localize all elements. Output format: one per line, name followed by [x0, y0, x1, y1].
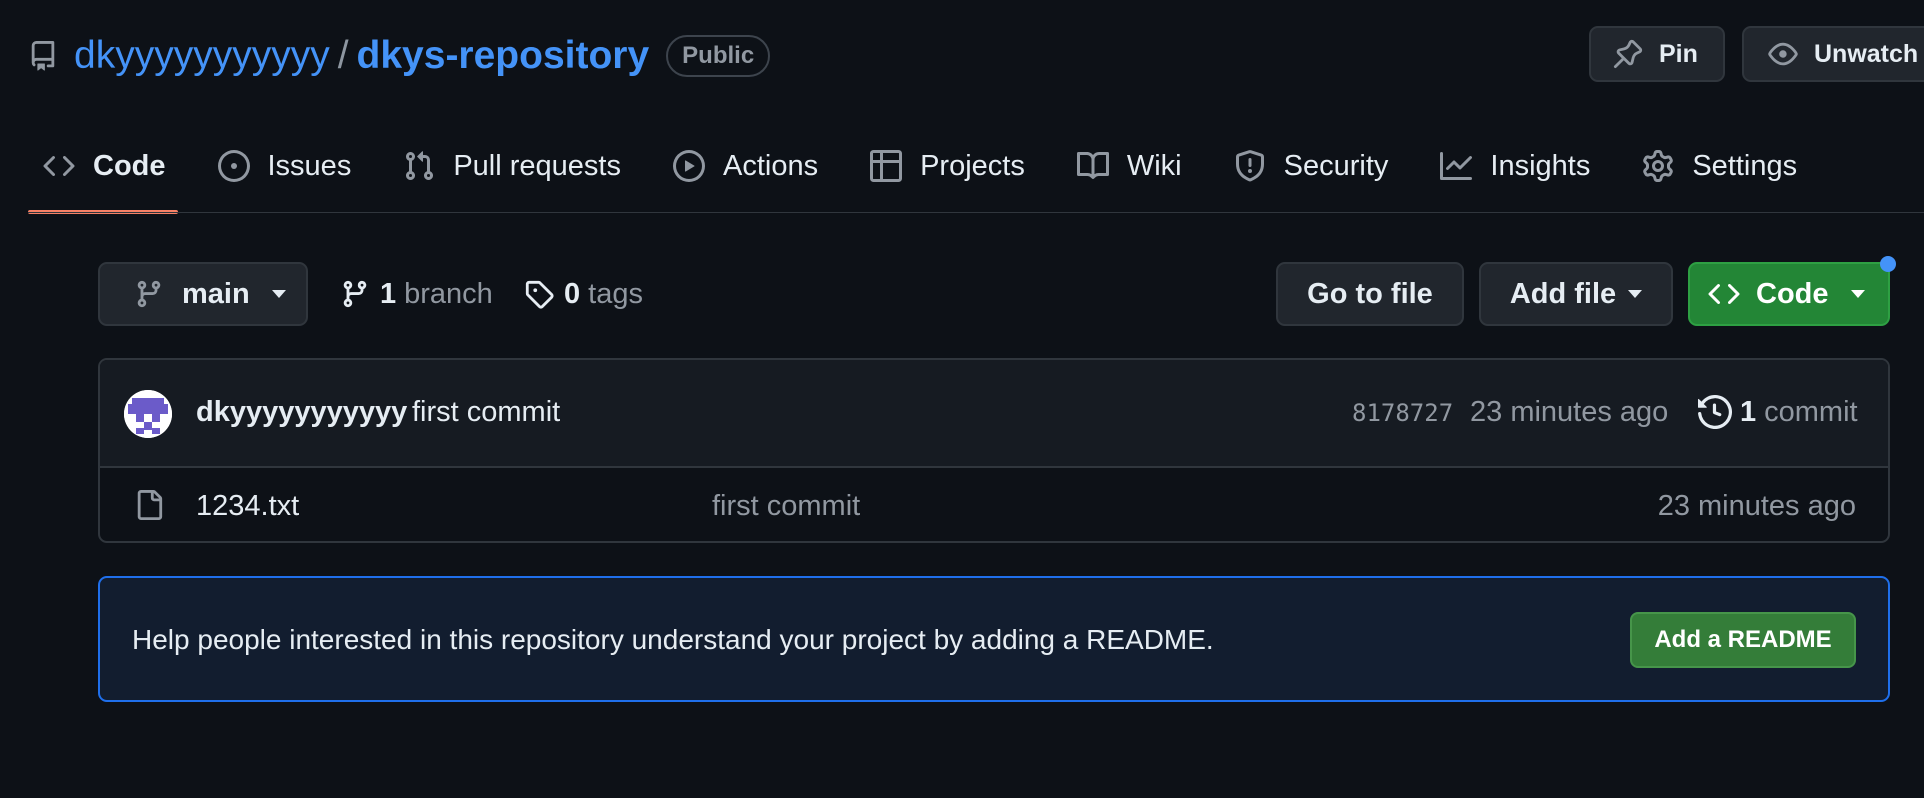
tab-label: Code	[93, 149, 166, 182]
commit-author-link[interactable]: dkyyyyyyyyyyy	[196, 396, 407, 429]
tag-count: 0	[564, 277, 581, 310]
branch-name: main	[182, 277, 250, 310]
file-name-link[interactable]: 1234.txt	[196, 490, 299, 523]
add-readme-button[interactable]: Add a README	[1630, 612, 1856, 668]
add-readme-label: Add a README	[1654, 626, 1832, 653]
tab-code[interactable]: Code	[28, 134, 181, 198]
commit-sha-link[interactable]: 8178727	[1352, 399, 1453, 427]
tab-label: Wiki	[1126, 149, 1182, 182]
repo-owner-link[interactable]: dkyyyyyyyyyyy	[74, 34, 330, 78]
notification-dot	[1880, 256, 1896, 272]
unwatch-label: Unwatch	[1814, 39, 1919, 68]
path-separator: /	[337, 34, 349, 77]
repo-tabs: Code Issues Pull requests Actions Projec…	[28, 134, 1834, 214]
tab-projects[interactable]: Projects	[855, 134, 1040, 198]
file-row[interactable]: 1234.txt first commit 23 minutes ago	[100, 468, 1888, 541]
code-icon	[43, 150, 75, 182]
unwatch-button[interactable]: Unwatch	[1742, 26, 1924, 82]
visibility-badge: Public	[666, 35, 771, 77]
issue-icon	[217, 150, 250, 182]
file-time: 23 minutes ago	[1657, 490, 1856, 522]
avatar[interactable]	[124, 390, 172, 438]
add-file-label: Add file	[1509, 277, 1617, 310]
chevron-down-icon	[271, 290, 286, 298]
code-button[interactable]: Code	[1688, 262, 1890, 326]
graph-icon	[1440, 150, 1473, 182]
tab-wiki[interactable]: Wiki	[1062, 134, 1197, 198]
branch-selector[interactable]: main	[98, 262, 308, 326]
gear-icon	[1642, 150, 1674, 182]
go-to-file-label: Go to file	[1307, 277, 1433, 310]
chevron-down-icon	[1628, 290, 1643, 298]
tab-settings[interactable]: Settings	[1627, 134, 1812, 198]
git-branch-icon	[340, 279, 370, 309]
file-commit-message-link[interactable]: first commit	[712, 490, 860, 523]
tab-pull-requests[interactable]: Pull requests	[388, 134, 636, 198]
tab-label: Settings	[1692, 149, 1798, 182]
eye-icon	[1768, 39, 1798, 69]
add-file-button[interactable]: Add file	[1479, 262, 1673, 326]
commit-word: commit	[1764, 395, 1858, 428]
go-to-file-button[interactable]: Go to file	[1276, 262, 1464, 326]
tab-label: Issues	[267, 149, 352, 182]
repo-name-link[interactable]: dkys-repository	[357, 34, 650, 78]
pin-button[interactable]: Pin	[1589, 26, 1725, 82]
tabs-divider	[28, 212, 1924, 213]
pin-label: Pin	[1659, 39, 1698, 68]
pull-request-icon	[403, 150, 435, 182]
file-icon	[134, 488, 164, 522]
readme-prompt-text: Help people interested in this repositor…	[132, 624, 1214, 655]
tag-word: tags	[588, 277, 643, 310]
tab-insights[interactable]: Insights	[1425, 134, 1605, 198]
tab-label: Insights	[1490, 149, 1591, 182]
tag-icon	[524, 279, 554, 309]
play-icon	[672, 150, 705, 182]
tab-label: Security	[1283, 149, 1389, 182]
repo-icon	[28, 41, 58, 71]
commit-history-link[interactable]: 1 commit	[1698, 390, 1858, 434]
branch-word: branch	[404, 277, 493, 310]
latest-commit-row: dkyyyyyyyyyyy first commit 8178727 23 mi…	[100, 360, 1888, 468]
book-icon	[1076, 150, 1109, 182]
tab-issues[interactable]: Issues	[203, 134, 367, 198]
branches-link[interactable]: 1 branch	[340, 272, 493, 316]
commit-time: 23 minutes ago	[1470, 396, 1669, 428]
table-icon	[870, 150, 903, 182]
branch-count: 1	[380, 277, 397, 310]
tab-label: Actions	[722, 149, 819, 182]
tab-security[interactable]: Security	[1219, 134, 1404, 198]
commit-message-link[interactable]: first commit	[412, 396, 560, 429]
shield-icon	[1234, 150, 1266, 182]
tags-link[interactable]: 0 tags	[524, 272, 643, 316]
pin-icon	[1613, 39, 1643, 69]
file-browser: dkyyyyyyyyyyy first commit 8178727 23 mi…	[98, 358, 1890, 543]
repo-header: dkyyyyyyyyyyy / dkys-repository Public	[28, 30, 771, 82]
tab-label: Pull requests	[453, 149, 621, 182]
commit-count: 1	[1740, 395, 1757, 428]
git-branch-icon	[134, 279, 164, 309]
readme-prompt-banner: Help people interested in this repositor…	[98, 576, 1890, 702]
code-button-label: Code	[1756, 277, 1829, 310]
chevron-down-icon	[1850, 290, 1865, 298]
tab-actions[interactable]: Actions	[658, 134, 833, 198]
tab-label: Projects	[920, 149, 1025, 182]
history-icon	[1698, 395, 1732, 429]
code-icon	[1708, 278, 1740, 310]
